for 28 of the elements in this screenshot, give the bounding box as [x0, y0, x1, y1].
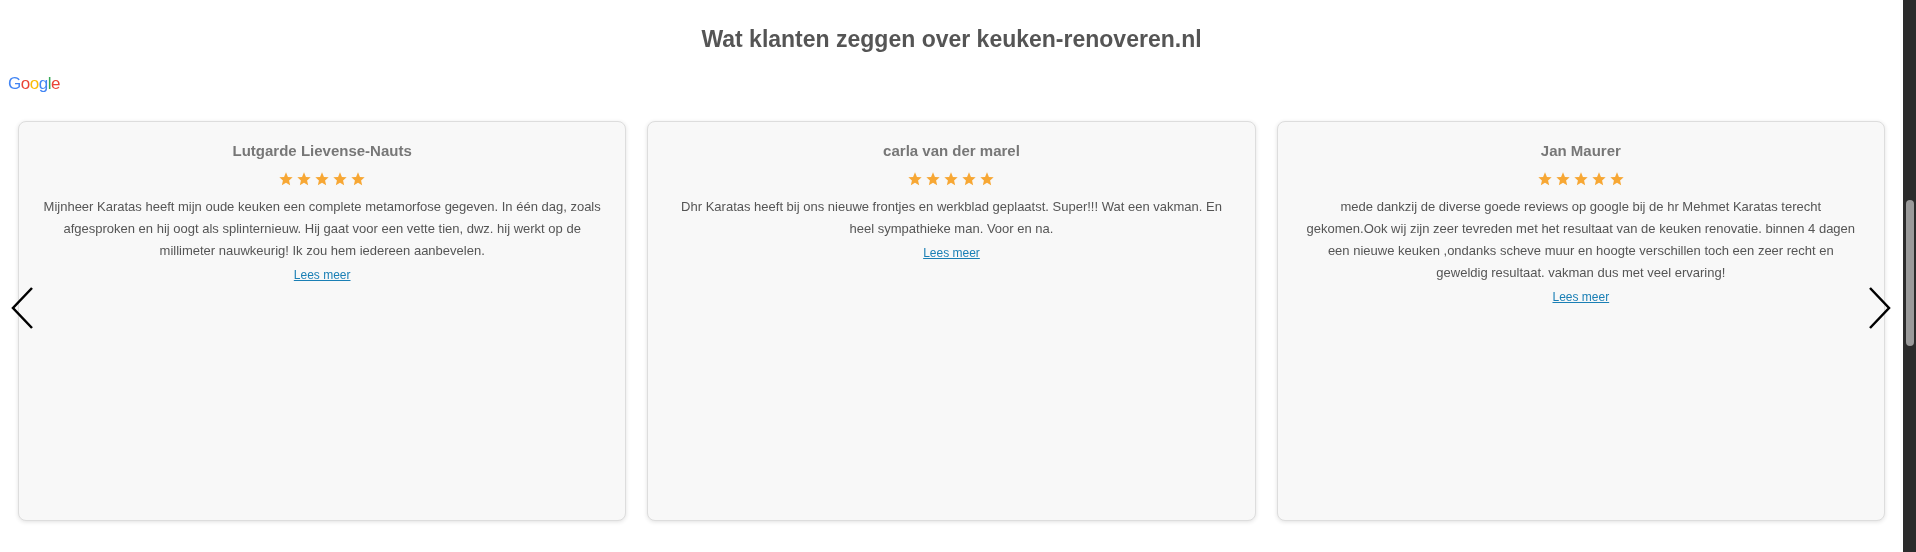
- star-icon: [961, 171, 978, 187]
- google-logo: Google: [8, 72, 60, 95]
- star-icon: [925, 171, 942, 187]
- star-icon: [1572, 171, 1589, 187]
- star-icon: [296, 171, 313, 187]
- scrollbar-thumb[interactable]: [1905, 200, 1914, 346]
- read-more-link[interactable]: Lees meer: [1552, 288, 1610, 306]
- star-icon: [1554, 171, 1571, 187]
- star-icon: [943, 171, 960, 187]
- star-icon: [907, 171, 924, 187]
- reviewer-name: Lutgarde Lievense-Nauts: [232, 140, 412, 161]
- star-icon: [332, 171, 349, 187]
- read-more-link[interactable]: Lees meer: [293, 266, 351, 284]
- reviewer-name: Jan Maurer: [1540, 140, 1621, 161]
- review-text: Dhr Karatas heeft bij ons nieuwe frontjes en werkblad geplaatst. Super!!! Wat een vakman. En heel sympathieke man. Voor en na.: [680, 198, 1223, 238]
- read-more-link[interactable]: Lees meer: [923, 244, 980, 262]
- star-icon: [350, 171, 367, 187]
- star-icon: [1536, 171, 1553, 187]
- star-icon: [278, 171, 295, 187]
- star-icon: [1590, 171, 1607, 187]
- review-text: Mijnheer Karatas heeft mijn oude keuken een complete metamorfose gegeven. In één dag, zoals afgesproken en hij oogt als splinternieuw. Hij gaat voor een vette tien, dwz. hij werkt op de millimeter nauwkeurig! Ik zou hem iedereen aanbevelen.: [43, 198, 602, 260]
- reviewer-name: carla van der marel: [883, 140, 1020, 161]
- star-icon: [314, 171, 331, 187]
- section-heading: Wat klanten zeggen over keuken-renoveren.nl: [701, 25, 1202, 54]
- star-icon: [979, 171, 996, 187]
- scrollbar[interactable]: [1903, 0, 1916, 552]
- star-icon: [1608, 171, 1625, 187]
- review-text: mede dankzij de diverse goede reviews op google bij de hr Mehmet Karatas terecht gekomen.Ook wij zijn zeer tevreden met het resultaat van de keuken renovatie. binnen 4 dagen een nieuwe keuken ,ondanks scheve muur en hoogte verschillen toch een zeer recht en geweldig resultaat. vakman dus met veel ervaring!: [1305, 198, 1857, 282]
